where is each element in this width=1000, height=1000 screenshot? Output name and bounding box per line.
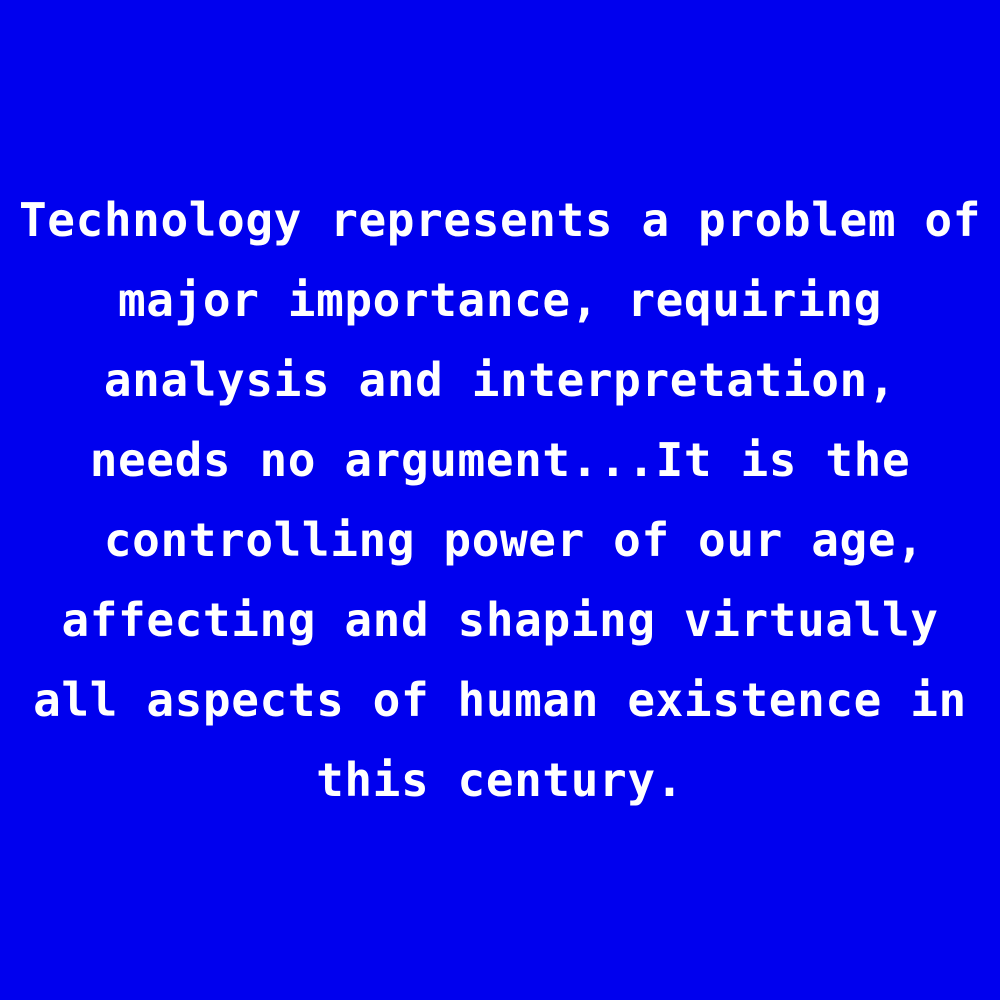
quote-text-block: Technology represents a problem of major… <box>0 180 1000 820</box>
text-screen: Technology represents a problem of major… <box>0 0 1000 1000</box>
quote-line-3: analysis and interpretation, <box>103 353 897 407</box>
quote-line-5: controlling power of our age, <box>75 513 925 567</box>
quote-line-7: all aspects of human existence in <box>33 673 967 727</box>
quote-line-8: this century. <box>316 753 684 807</box>
quote-line-6: affecting and shaping virtually <box>61 593 939 647</box>
quote-line-2: major importance, requiring <box>118 273 882 327</box>
quote-line-1: Technology represents a problem of <box>18 193 981 247</box>
quote-line-4: needs no argument...It is the <box>89 433 911 487</box>
